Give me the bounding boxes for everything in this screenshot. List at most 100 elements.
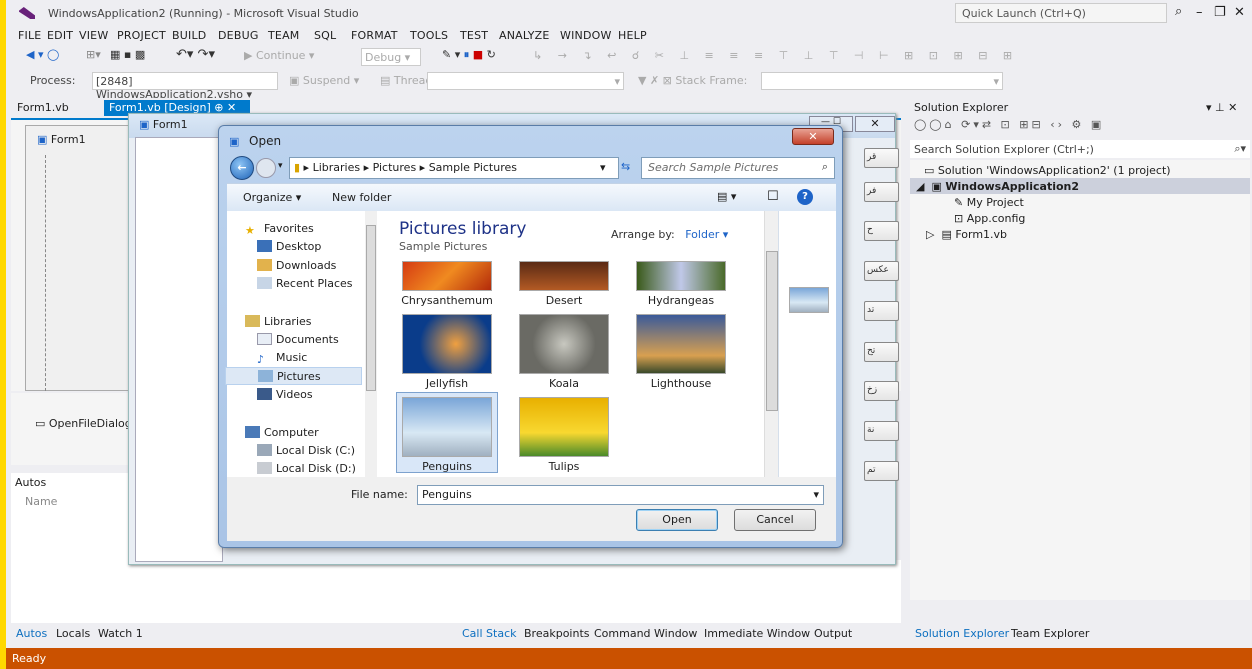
new-item-icon[interactable]: ⊞▾ xyxy=(86,48,101,61)
nav-local-disk-d[interactable]: Local Disk (D:) xyxy=(257,462,356,475)
nav-recent-places[interactable]: Recent Places xyxy=(257,277,353,290)
nav-computer[interactable]: Computer xyxy=(245,426,319,439)
breadcrumb-pictures[interactable]: Pictures xyxy=(373,161,417,174)
menu-window[interactable]: WINDOW xyxy=(560,29,612,42)
tab-breakpoints[interactable]: Breakpoints xyxy=(524,627,590,640)
back-icon[interactable]: ◀ ▾ ◯ xyxy=(26,48,59,61)
menu-edit[interactable]: EDIT xyxy=(47,29,73,42)
nav-documents[interactable]: Documents xyxy=(257,333,339,346)
nav-libraries[interactable]: Libraries xyxy=(245,315,312,328)
menu-format[interactable]: FORMAT xyxy=(351,29,398,42)
tree-form1[interactable]: ▷ ▤ Form1.vb xyxy=(926,228,1007,241)
file-lighthouse[interactable]: Lighthouse xyxy=(626,377,736,390)
tab-solution-explorer[interactable]: Solution Explorer xyxy=(915,627,1009,640)
running-form-close-icon[interactable]: ✕ xyxy=(855,116,895,132)
form-button-7[interactable]: زخ xyxy=(864,381,899,401)
menu-sql[interactable]: SQL xyxy=(314,29,336,42)
thumb-lighthouse[interactable] xyxy=(636,314,726,374)
tab-call-stack[interactable]: Call Stack xyxy=(462,627,516,640)
file-list-scrollbar-thumb[interactable] xyxy=(766,251,778,411)
menu-debug[interactable]: DEBUG xyxy=(218,29,259,42)
search-input[interactable]: Search Sample Pictures ⌕ xyxy=(641,157,835,179)
form-button-1[interactable]: قر xyxy=(864,148,899,168)
file-name-dropdown-icon[interactable]: ▾ xyxy=(813,488,819,501)
cancel-button[interactable]: Cancel xyxy=(734,509,816,531)
tab-command-window[interactable]: Command Window xyxy=(594,627,697,640)
config-dropdown[interactable]: Debug ▾ xyxy=(361,48,421,66)
tab-form1-vb[interactable]: Form1.vb xyxy=(12,100,74,116)
thread-dropdown[interactable]: ▾ xyxy=(427,72,624,90)
nav-videos[interactable]: Videos xyxy=(257,388,313,401)
form-button-8[interactable]: نة xyxy=(864,421,899,441)
file-hydrangeas[interactable]: Hydrangeas xyxy=(626,294,736,307)
menu-tools[interactable]: TOOLS xyxy=(410,29,448,42)
save-icon[interactable]: ▦ ▪ ▩ xyxy=(110,48,145,61)
file-chrysanthemum[interactable]: Chrysanthemum xyxy=(392,294,502,307)
search-icon[interactable]: ⌕ xyxy=(1175,4,1182,19)
file-penguins[interactable]: Penguins xyxy=(392,460,502,473)
arrange-by[interactable]: Arrange by: Folder ▾ xyxy=(611,228,728,241)
flag-icons[interactable]: ▼ ✗ ⊠ Stack Frame: xyxy=(638,74,747,87)
thumb-desert[interactable] xyxy=(519,261,609,291)
quick-launch-input[interactable]: Quick Launch (Ctrl+Q) xyxy=(955,3,1167,23)
openfiledialog-component[interactable]: ▭ OpenFileDialog1 xyxy=(35,417,139,430)
panel-options-icon[interactable]: ▾ ⊥ ✕ xyxy=(1206,101,1237,114)
tab-output[interactable]: Output xyxy=(814,627,852,640)
thumb-hydrangeas[interactable] xyxy=(636,261,726,291)
file-koala[interactable]: Koala xyxy=(509,377,619,390)
suspend-button[interactable]: ▣ Suspend ▾ xyxy=(289,74,359,87)
dialog-close-button[interactable]: ✕ xyxy=(792,128,834,145)
debug-icons[interactable]: ✎ ▾ ⏸ ■ ↻ xyxy=(442,48,496,62)
view-options-icon[interactable]: ▤ ▾ xyxy=(717,190,736,203)
menu-build[interactable]: BUILD xyxy=(172,29,206,42)
thumb-koala[interactable] xyxy=(519,314,609,374)
back-arrow-icon[interactable]: ← xyxy=(230,156,254,180)
menu-test[interactable]: TEST xyxy=(460,29,488,42)
tab-autos[interactable]: Autos xyxy=(16,627,47,640)
nav-local-disk-c[interactable]: Local Disk (C:) xyxy=(257,444,355,457)
nav-desktop[interactable]: Desktop xyxy=(257,240,321,253)
minimize-icon[interactable]: – xyxy=(1196,5,1203,20)
menu-help[interactable]: HELP xyxy=(618,29,647,42)
tree-project[interactable]: ◢ ▣ WindowsApplication2 xyxy=(910,178,1250,194)
tab-watch-1[interactable]: Watch 1 xyxy=(98,627,143,640)
continue-button[interactable]: ▶ Continue ▾ xyxy=(244,49,314,62)
file-desert[interactable]: Desert xyxy=(509,294,619,307)
preview-pane-icon[interactable]: ☐ xyxy=(767,189,779,204)
tree-solution[interactable]: ▭ Solution 'WindowsApplication2' (1 proj… xyxy=(924,164,1171,177)
nav-music[interactable]: ♪ Music xyxy=(257,351,307,366)
tab-locals[interactable]: Locals xyxy=(56,627,90,640)
nav-scrollbar-thumb[interactable] xyxy=(366,225,376,391)
form-button-9[interactable]: تم xyxy=(864,461,899,481)
tab-immediate-window[interactable]: Immediate Window xyxy=(704,627,810,640)
undo-icon[interactable]: ↶▾ ↷▾ xyxy=(176,47,215,62)
menu-analyze[interactable]: ANALYZE xyxy=(499,29,550,42)
file-name-input[interactable]: Penguins ▾ xyxy=(417,485,824,505)
organize-button[interactable]: Organize ▾ xyxy=(243,191,301,204)
form-button-4[interactable]: عكس xyxy=(864,261,899,281)
menu-project[interactable]: PROJECT xyxy=(117,29,166,42)
form-button-2[interactable]: فر xyxy=(864,182,899,202)
menu-view[interactable]: VIEW xyxy=(79,29,108,42)
menu-file[interactable]: FILE xyxy=(18,29,41,42)
breadcrumb-libraries[interactable]: Libraries xyxy=(313,161,361,174)
tab-team-explorer[interactable]: Team Explorer xyxy=(1011,627,1089,640)
form-button-3[interactable]: ح xyxy=(864,221,899,241)
refresh-icon[interactable]: ⇆ xyxy=(621,160,630,173)
file-list-scrollbar[interactable] xyxy=(764,211,778,477)
solution-search-input[interactable]: Search Solution Explorer (Ctrl+;) ⌕▾ xyxy=(910,140,1250,158)
step-icons[interactable]: ↳ → ↴ ↩ ☌ ✂ ⊥ ≡ ≡ ≡ ⊤ ⊥ ⊤ ⊣ ⊢ ⊞ ⊡ ⊞ ⊟ ⊞ xyxy=(533,49,1018,62)
file-jellyfish[interactable]: Jellyfish xyxy=(392,377,502,390)
form-button-6[interactable]: تح xyxy=(864,342,899,362)
nav-favorites[interactable]: ★ Favorites xyxy=(245,222,314,237)
stack-frame-dropdown[interactable]: ▾ xyxy=(761,72,1003,90)
breadcrumb-sample-pictures[interactable]: Sample Pictures xyxy=(429,161,517,174)
home-icon[interactable]: ◯◯⌂ ⟳▾⇄ ⊡ ⊞⊟ ‹› ⚙ ▣ xyxy=(914,118,1104,131)
close-icon[interactable]: ✕ xyxy=(1234,5,1245,20)
open-button[interactable]: Open xyxy=(636,509,718,531)
file-tulips[interactable]: Tulips xyxy=(509,460,619,473)
thumb-penguins[interactable] xyxy=(402,397,492,457)
form-button-5[interactable]: تد xyxy=(864,301,899,321)
nav-downloads[interactable]: Downloads xyxy=(257,259,336,272)
tree-my-project[interactable]: ✎ My Project xyxy=(954,196,1024,209)
